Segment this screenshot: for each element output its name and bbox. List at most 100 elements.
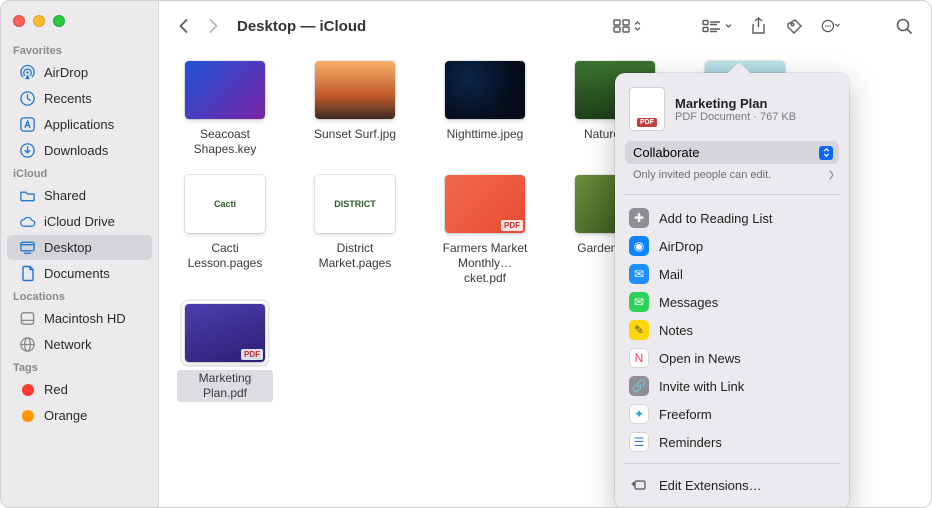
file-name: Nighttime.jpeg <box>447 127 524 142</box>
search-button[interactable] <box>889 13 919 39</box>
collaborate-label: Collaborate <box>633 145 700 160</box>
share-popover: PDF Marketing Plan PDF Document · 767 KB… <box>615 73 849 508</box>
app-icon: ☰ <box>629 432 649 452</box>
sidebar-item-label: Shared <box>44 188 86 203</box>
folder-icon <box>19 187 36 204</box>
app-icon: ◉ <box>629 236 649 256</box>
share-item-freeform[interactable]: ✦Freeform <box>621 400 843 428</box>
action-button[interactable] <box>815 13 845 39</box>
file-thumbnail <box>445 61 525 119</box>
share-item-add-to-reading-list[interactable]: ✚ Add to Reading List <box>621 204 843 232</box>
back-button[interactable] <box>171 14 195 38</box>
sidebar-item-shared[interactable]: Shared <box>7 183 152 208</box>
sidebar-item-macintosh-hd[interactable]: Macintosh HD <box>7 306 152 331</box>
app-icon: ✚ <box>629 208 649 228</box>
file-thumbnail <box>315 61 395 119</box>
sidebar-item-label: Desktop <box>44 240 92 255</box>
sidebar-section-header: Tags <box>1 358 158 376</box>
sidebar: FavoritesAirDropRecentsApplicationsDownl… <box>1 1 158 507</box>
file-name: Seacoast Shapes.key <box>177 127 273 157</box>
file-name: Marketing Plan.pdf <box>181 371 269 401</box>
file-name: Cacti Lesson.pages <box>177 241 273 271</box>
sidebar-item-label: Orange <box>44 408 87 423</box>
file-item[interactable]: Cacti Cacti Lesson.pages <box>177 175 273 286</box>
collaborate-dropdown[interactable]: Collaborate <box>625 141 839 164</box>
share-item-label: Mail <box>659 267 683 282</box>
file-item[interactable]: Seacoast Shapes.key <box>177 61 273 157</box>
share-button[interactable] <box>743 13 773 39</box>
tags-button[interactable] <box>779 13 809 39</box>
window-controls <box>1 9 158 41</box>
sidebar-item-label: Recents <box>44 91 92 106</box>
share-item-messages[interactable]: ✉ Messages <box>621 288 843 316</box>
share-item-reminders[interactable]: ☰ Reminders <box>621 428 843 456</box>
popover-file-icon: PDF <box>629 87 665 131</box>
downloads-icon <box>19 142 36 159</box>
share-item-label: Reminders <box>659 435 722 450</box>
sidebar-item-orange[interactable]: Orange <box>7 403 152 428</box>
edit-extensions-label: Edit Extensions… <box>659 478 762 493</box>
sidebar-item-applications[interactable]: Applications <box>7 112 152 137</box>
sidebar-item-documents[interactable]: Documents <box>7 261 152 286</box>
app-icon: ✉ <box>629 292 649 312</box>
app-icon: ✎ <box>629 320 649 340</box>
sidebar-section-header: iCloud <box>1 164 158 182</box>
apps-icon <box>19 116 36 133</box>
minimize-window-button[interactable] <box>33 15 45 27</box>
disk-icon <box>19 310 36 327</box>
sidebar-item-label: iCloud Drive <box>44 214 115 229</box>
sidebar-section-header: Locations <box>1 287 158 305</box>
share-item-label: Invite with Link <box>659 379 744 394</box>
sidebar-item-red[interactable]: Red <box>7 377 152 402</box>
file-name: Farmers Market Monthly…cket.pdf <box>437 241 533 286</box>
edit-extensions-button[interactable]: Edit Extensions… <box>621 471 843 499</box>
close-window-button[interactable] <box>13 15 25 27</box>
document-icon <box>19 265 36 282</box>
forward-button[interactable] <box>201 14 225 38</box>
share-item-label: Open in News <box>659 351 741 366</box>
file-item[interactable]: Nighttime.jpeg <box>437 61 533 157</box>
share-item-invite-with-link[interactable]: 🔗 Invite with Link <box>621 372 843 400</box>
sidebar-item-recents[interactable]: Recents <box>7 86 152 111</box>
recents-icon <box>19 90 36 107</box>
app-icon: ✉ <box>629 264 649 284</box>
zoom-window-button[interactable] <box>53 15 65 27</box>
sidebar-item-icloud-drive[interactable]: iCloud Drive <box>7 209 152 234</box>
toolbar: Desktop — iCloud <box>159 1 931 51</box>
sidebar-item-label: Downloads <box>44 143 108 158</box>
app-icon: N <box>629 348 649 368</box>
sidebar-item-label: Documents <box>44 266 110 281</box>
share-item-open-in-news[interactable]: N Open in News <box>621 344 843 372</box>
share-item-airdrop[interactable]: ◉ AirDrop <box>621 232 843 260</box>
file-item[interactable]: PDFMarketing Plan.pdf <box>177 304 273 402</box>
view-icons-button[interactable] <box>609 13 646 39</box>
sidebar-item-label: Macintosh HD <box>44 311 126 326</box>
file-thumbnail: Cacti <box>185 175 265 233</box>
sidebar-item-downloads[interactable]: Downloads <box>7 138 152 163</box>
sidebar-item-network[interactable]: Network <box>7 332 152 357</box>
sidebar-item-desktop[interactable]: Desktop <box>7 235 152 260</box>
tag-dot-icon <box>19 381 36 398</box>
popover-subtitle: PDF Document · 767 KB <box>675 111 796 123</box>
share-item-label: Messages <box>659 295 718 310</box>
airdrop-icon <box>19 64 36 81</box>
group-button[interactable] <box>698 13 737 39</box>
app-icon: ✦ <box>629 404 649 424</box>
app-icon: 🔗 <box>629 376 649 396</box>
sidebar-item-label: Red <box>44 382 68 397</box>
share-item-notes[interactable]: ✎Notes <box>621 316 843 344</box>
sidebar-item-label: AirDrop <box>44 65 88 80</box>
file-thumbnail <box>185 61 265 119</box>
file-item[interactable]: Sunset Surf.jpg <box>307 61 403 157</box>
collaborate-permissions-row[interactable]: Only invited people can edit. <box>615 164 849 189</box>
sidebar-item-label: Applications <box>44 117 114 132</box>
file-item[interactable]: DISTRICTDistrict Market.pages <box>307 175 403 286</box>
file-thumbnail: DISTRICT <box>315 175 395 233</box>
share-item-label: Add to Reading List <box>659 211 772 226</box>
share-item-mail[interactable]: ✉ Mail <box>621 260 843 288</box>
window-title: Desktop — iCloud <box>237 18 366 35</box>
file-thumbnail: PDF <box>445 175 525 233</box>
sidebar-item-airdrop[interactable]: AirDrop <box>7 60 152 85</box>
file-item[interactable]: PDF Farmers Market Monthly…cket.pdf <box>437 175 533 286</box>
share-item-label: AirDrop <box>659 239 703 254</box>
